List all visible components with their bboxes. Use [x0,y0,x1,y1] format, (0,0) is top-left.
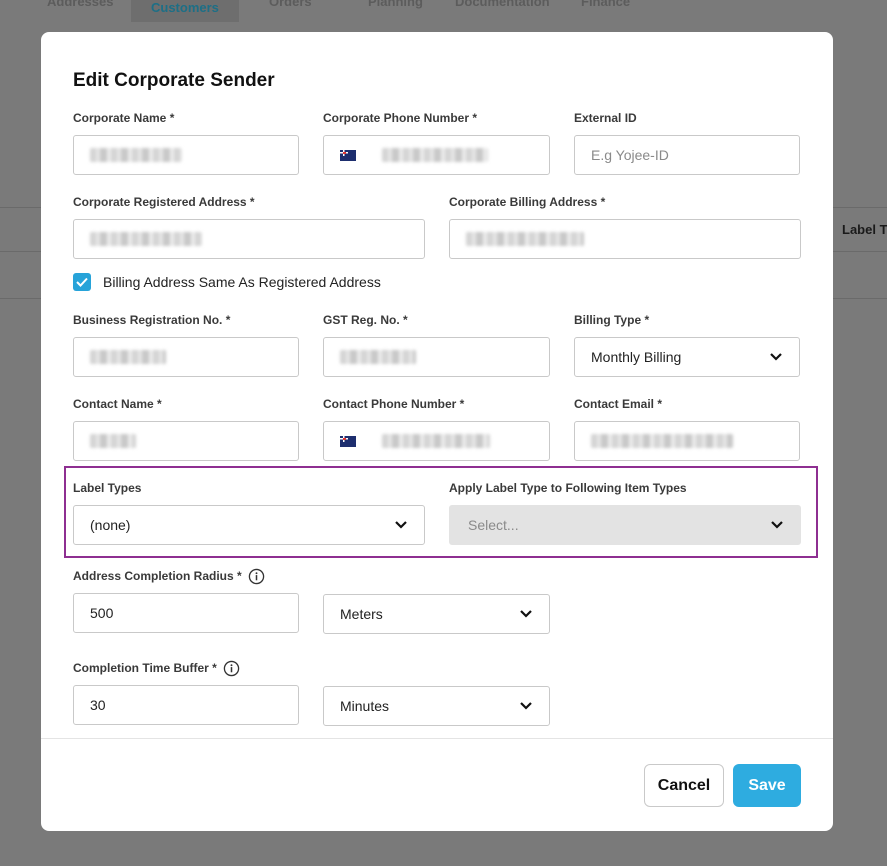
billing-same-label: Billing Address Same As Registered Addre… [103,274,381,290]
corporate-name-input[interactable] [73,135,299,175]
corporate-phone-label: Corporate Phone Number * [323,111,478,125]
tab-finance[interactable]: Finance [581,0,630,9]
redacted-value [466,232,584,246]
time-buffer-label: Completion Time Buffer * [73,661,217,675]
gst-reg-label: GST Reg. No. * [323,313,408,327]
billing-type-value: Monthly Billing [591,349,682,365]
save-button[interactable]: Save [733,764,801,807]
chevron-down-icon [395,521,407,529]
tab-planning[interactable]: Planning [368,0,423,9]
address-radius-field: Address Completion Radius * 500 [73,568,299,633]
address-radius-label-row: Address Completion Radius * [73,568,299,584]
time-buffer-unit-field: Minutes [323,686,550,726]
contact-email-input[interactable] [574,421,800,461]
time-buffer-label-row: Completion Time Buffer * [73,660,299,676]
apply-label-type-select[interactable]: Select... [449,505,801,545]
label-types-value: (none) [90,517,131,533]
contact-phone-input[interactable] [323,421,550,461]
external-id-label: External ID [574,111,637,125]
label-types-field: Label Types (none) [73,480,425,545]
info-icon[interactable] [248,568,265,585]
business-reg-input[interactable] [73,337,299,377]
billing-same-row: Billing Address Same As Registered Addre… [73,273,381,291]
billing-type-select[interactable]: Monthly Billing [574,337,800,377]
billing-type-label: Billing Type * [574,313,650,327]
background-nav: Addresses Customers Orders Planning Docu… [0,0,887,22]
contact-name-field: Contact Name * [73,396,299,461]
tab-addresses[interactable]: Addresses [47,0,113,9]
edit-corporate-sender-modal: Edit Corporate Sender Corporate Name * C… [41,32,833,831]
contact-email-label: Contact Email * [574,397,663,411]
address-radius-value: 500 [90,605,114,621]
billing-address-input[interactable] [449,219,801,259]
billing-same-checkbox[interactable] [73,273,91,291]
billing-address-field: Corporate Billing Address * [449,194,801,259]
label-types-select[interactable]: (none) [73,505,425,545]
gst-reg-input[interactable] [323,337,550,377]
chevron-down-icon [771,521,783,529]
tab-customers[interactable]: Customers [131,0,239,22]
apply-label-type-placeholder: Select... [468,517,519,533]
redacted-value [90,232,202,246]
gst-reg-field: GST Reg. No. * [323,312,550,377]
address-radius-unit-select[interactable]: Meters [323,594,550,634]
contact-name-input[interactable] [73,421,299,461]
billing-address-label: Corporate Billing Address * [449,195,606,209]
cancel-button[interactable]: Cancel [644,764,724,807]
business-reg-label: Business Registration No. * [73,313,231,327]
redacted-value [591,434,733,448]
australia-flag-icon[interactable] [340,149,356,161]
registered-address-field: Corporate Registered Address * [73,194,425,259]
address-radius-unit-value: Meters [340,606,383,622]
time-buffer-field: Completion Time Buffer * 30 [73,660,299,725]
redacted-value [382,148,488,162]
check-icon [76,277,88,287]
redacted-value [90,434,136,448]
info-icon[interactable] [223,660,240,677]
address-radius-label: Address Completion Radius * [73,569,242,583]
business-reg-field: Business Registration No. * [73,312,299,377]
corporate-phone-input[interactable] [323,135,550,175]
contact-phone-label: Contact Phone Number * [323,397,465,411]
corporate-name-label: Corporate Name * [73,111,175,125]
registered-address-input[interactable] [73,219,425,259]
contact-phone-field: Contact Phone Number * [323,396,550,461]
billing-type-field: Billing Type * Monthly Billing [574,312,800,377]
time-buffer-input[interactable]: 30 [73,685,299,725]
redacted-value [90,350,166,364]
australia-flag-icon[interactable] [340,435,356,447]
footer-divider [41,738,833,739]
corporate-phone-field: Corporate Phone Number * [323,110,550,175]
external-id-input[interactable]: E.g Yojee-ID [574,135,800,175]
contact-email-field: Contact Email * [574,396,800,461]
chevron-down-icon [770,353,782,361]
label-types-label: Label Types [73,481,142,495]
tab-orders[interactable]: Orders [269,0,312,9]
external-id-field: External ID E.g Yojee-ID [574,110,800,175]
address-radius-input[interactable]: 500 [73,593,299,633]
time-buffer-unit-select[interactable]: Minutes [323,686,550,726]
time-buffer-unit-value: Minutes [340,698,390,714]
address-radius-unit-field: Meters [323,594,550,634]
redacted-value [382,434,490,448]
registered-address-label: Corporate Registered Address * [73,195,255,209]
time-buffer-value: 30 [90,697,106,713]
chevron-down-icon [520,610,532,618]
external-id-placeholder: E.g Yojee-ID [591,147,669,163]
redacted-value [90,148,182,162]
tab-documentation[interactable]: Documentation [455,0,550,9]
chevron-down-icon [520,702,532,710]
background-column-header: Label T [842,222,887,237]
corporate-name-field: Corporate Name * [73,110,299,175]
apply-label-type-label: Apply Label Type to Following Item Types [449,481,687,495]
modal-title: Edit Corporate Sender [73,70,275,91]
redacted-value [340,350,416,364]
contact-name-label: Contact Name * [73,397,162,411]
apply-label-type-field: Apply Label Type to Following Item Types… [449,480,801,545]
